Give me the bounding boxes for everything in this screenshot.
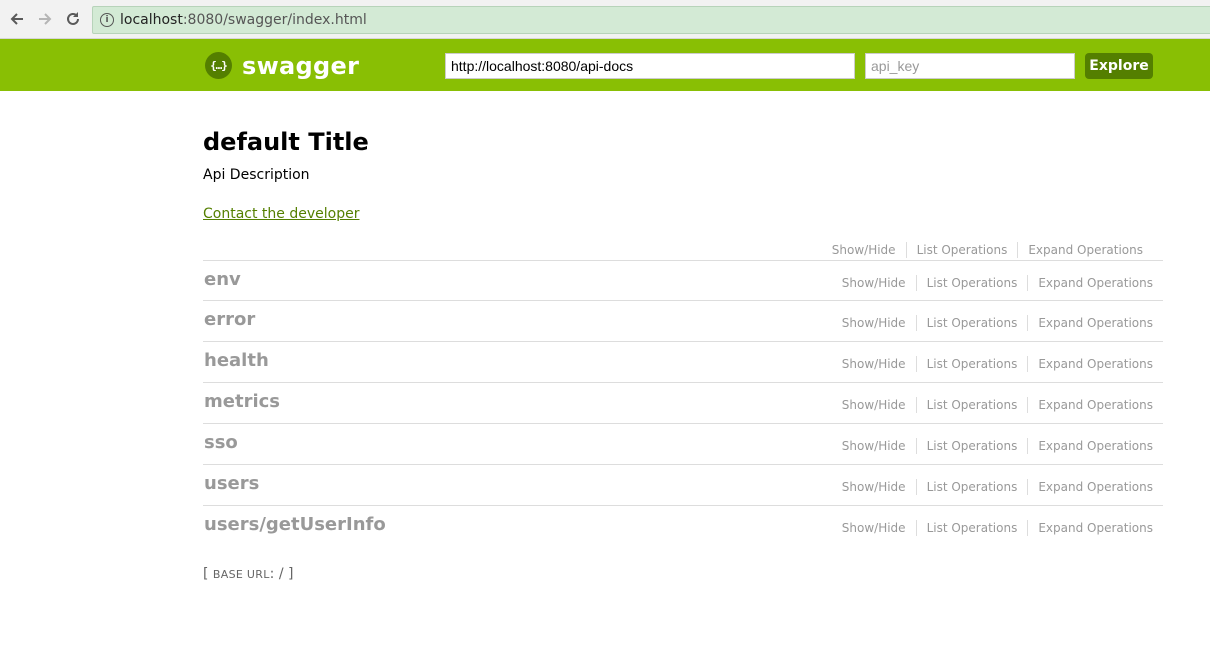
resource-env: env Show/Hide List Operations Expand Ope… [203,260,1163,301]
reload-icon[interactable] [62,8,84,30]
show-hide-link[interactable]: Show/Hide [832,357,916,371]
resource-name[interactable]: users/getUserInfo [204,514,386,535]
show-hide-link[interactable]: Show/Hide [832,276,916,290]
expand-operations-link[interactable]: Expand Operations [1028,276,1163,290]
resource-name[interactable]: metrics [204,391,280,412]
resource-users: users Show/Hide List Operations Expand O… [203,465,1163,506]
show-hide-link[interactable]: Show/Hide [832,521,916,535]
list-operations-link[interactable]: List Operations [917,276,1028,290]
show-hide-link[interactable]: Show/Hide [832,480,916,494]
resource-health: health Show/Hide List Operations Expand … [203,342,1163,383]
resource-name[interactable]: health [204,350,269,371]
swagger-logo-text: swagger [242,51,360,80]
info-icon[interactable]: i [100,13,114,27]
expand-operations-link[interactable]: Expand Operations [1028,398,1163,412]
expand-operations-link[interactable]: Expand Operations [1028,521,1163,535]
address-bar[interactable]: i localhost:8080/swagger/index.html [92,6,1210,34]
base-url-value: : / ] [269,566,294,582]
resource-operations: Show/Hide List Operations Expand Operati… [832,315,1163,331]
swagger-header: {…} swagger Explore [0,39,1210,91]
api-title: default Title [203,128,369,156]
resource-name[interactable]: env [204,269,241,290]
base-url-label: base url [212,568,270,581]
expand-operations-link[interactable]: Expand Operations [1028,439,1163,453]
expand-operations-link[interactable]: Expand Operations [1028,480,1163,494]
base-url-footer: [ base url: / ] [203,566,293,582]
global-operations: Show/Hide List Operations Expand Operati… [822,242,1153,258]
show-hide-link[interactable]: Show/Hide [832,316,916,330]
base-url-open: [ [203,566,213,582]
resource-name[interactable]: users [204,473,259,494]
resource-operations: Show/Hide List Operations Expand Operati… [832,520,1163,536]
list-operations-link[interactable]: List Operations [917,316,1028,330]
resource-name[interactable]: error [204,309,255,330]
expand-operations-link[interactable]: Expand Operations [1018,243,1153,257]
contact-developer-link[interactable]: Contact the developer [203,206,359,222]
explore-button[interactable]: Explore [1085,53,1153,79]
resource-name[interactable]: sso [204,432,238,453]
address-url: localhost:8080/swagger/index.html [120,12,367,28]
list-operations-link[interactable]: List Operations [917,398,1028,412]
resource-operations: Show/Hide List Operations Expand Operati… [832,438,1163,454]
resource-users-getuserinfo: users/getUserInfo Show/Hide List Operati… [203,506,1163,547]
resource-list: env Show/Hide List Operations Expand Ope… [203,260,1163,547]
resource-operations: Show/Hide List Operations Expand Operati… [832,275,1163,291]
api-docs-url-input[interactable] [445,53,855,79]
show-hide-link[interactable]: Show/Hide [822,243,906,257]
expand-operations-link[interactable]: Expand Operations [1028,316,1163,330]
show-hide-link[interactable]: Show/Hide [832,439,916,453]
forward-arrow-icon[interactable] [34,8,56,30]
url-host: localhost [120,12,183,28]
list-operations-link[interactable]: List Operations [917,521,1028,535]
expand-operations-link[interactable]: Expand Operations [1028,357,1163,371]
resource-operations: Show/Hide List Operations Expand Operati… [832,356,1163,372]
list-operations-link[interactable]: List Operations [917,357,1028,371]
resource-error: error Show/Hide List Operations Expand O… [203,301,1163,342]
list-operations-link[interactable]: List Operations [917,480,1028,494]
api-description: Api Description [203,167,310,183]
api-key-input[interactable] [865,53,1075,79]
swagger-logo-icon: {…} [205,52,232,79]
resource-operations: Show/Hide List Operations Expand Operati… [832,479,1163,495]
url-path: :8080/swagger/index.html [182,12,367,28]
resource-operations: Show/Hide List Operations Expand Operati… [832,397,1163,413]
browser-toolbar: i localhost:8080/swagger/index.html [0,0,1210,39]
swagger-logo[interactable]: {…} swagger [205,52,359,79]
show-hide-link[interactable]: Show/Hide [832,398,916,412]
list-operations-link[interactable]: List Operations [917,439,1028,453]
back-arrow-icon[interactable] [6,8,28,30]
resource-metrics: metrics Show/Hide List Operations Expand… [203,383,1163,424]
resource-sso: sso Show/Hide List Operations Expand Ope… [203,424,1163,465]
list-operations-link[interactable]: List Operations [907,243,1018,257]
